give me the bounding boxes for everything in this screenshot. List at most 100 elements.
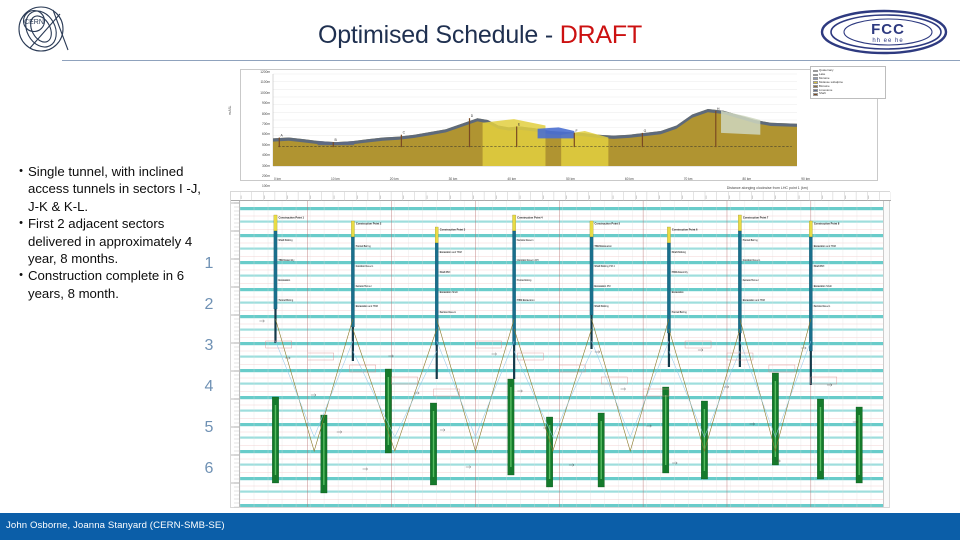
- year-label-1: 1: [204, 255, 214, 272]
- svg-text:Tunnel Boring: Tunnel Boring: [278, 299, 293, 302]
- svg-text:|: |: [799, 195, 800, 199]
- year-label-6: 6: [204, 460, 214, 477]
- slide-header: CERN Optimised Schedule - DRAFT FCC hh e…: [0, 0, 960, 62]
- fcc-logo: FCC hh ee he: [818, 8, 950, 56]
- svg-text:Excavation and TBM: Excavation and TBM: [356, 305, 378, 308]
- footer-authors: John Osborne, Joanna Stanyard (CERN-SMB-…: [6, 520, 225, 531]
- svg-text:|: |: [659, 195, 660, 199]
- svg-text:D: D: [471, 114, 474, 118]
- geo-x-tick: 40 km: [507, 177, 517, 181]
- geo-x-tick: 0 km: [274, 177, 281, 181]
- svg-text:Shaft Sinking PM 4: Shaft Sinking PM 4: [595, 265, 616, 268]
- svg-text:|: |: [357, 195, 358, 199]
- geo-legend-swatch: [813, 77, 818, 81]
- geo-legend-swatch: [813, 93, 818, 96]
- geo-profile-svg: ABCDEF GH: [272, 73, 797, 167]
- svg-text:Shaft Sinking: Shaft Sinking: [278, 239, 293, 242]
- bullet-marker-icon: •: [19, 165, 23, 177]
- svg-text:Excavation Shaft: Excavation Shaft: [440, 291, 458, 294]
- svg-text:TBM Excavation: TBM Excavation: [517, 299, 535, 302]
- bullet-text: Single tunnel, with inclined access tunn…: [28, 164, 201, 214]
- geo-legend-swatch: [813, 81, 818, 84]
- list-item: • Single tunnel, with inclined access tu…: [14, 163, 204, 215]
- bullet-text: First 2 adjacent sectors delivered in ap…: [28, 216, 193, 267]
- geo-x-tick: 60 km: [624, 177, 634, 181]
- svg-text:Excavation and TBM: Excavation and TBM: [743, 299, 765, 302]
- svg-text:|: |: [310, 195, 311, 199]
- svg-text:|: |: [636, 195, 637, 199]
- geo-x-axis: 0 km 10 km 20 km 30 km 40 km 50 km 60 km 70 km 8…: [274, 177, 810, 184]
- svg-text:|: |: [868, 195, 869, 199]
- geo-y-tick: 1000m: [260, 90, 270, 95]
- geo-legend: Quaternary Lake Moraine Molasse subalpine Bl…: [810, 66, 886, 100]
- gantt-bars-svg: Construction Point 1 Shaft Sinking TBM Ass…: [240, 201, 885, 507]
- svg-text:|: |: [403, 195, 404, 199]
- svg-text:|: |: [496, 195, 497, 199]
- geo-y-tick: 300m: [262, 163, 270, 168]
- year-label-2: 2: [204, 296, 214, 313]
- geo-y-tick: 800m: [262, 111, 270, 116]
- gantt-chart: ||||||||||||||||||||||||||||| Constructi…: [230, 191, 891, 508]
- geo-y-tick: 600m: [262, 132, 270, 137]
- gantt-timeline-ticks: |||||||||||||||||||||||||||||: [240, 192, 891, 201]
- svg-text:|: |: [334, 195, 335, 199]
- geo-x-tick: 70 km: [683, 177, 693, 181]
- year-label-5: 5: [204, 419, 214, 436]
- page-title-main: Optimised Schedule -: [317, 21, 560, 49]
- geo-legend-swatch: [813, 85, 818, 88]
- svg-text:Excavation: Excavation: [278, 279, 290, 282]
- svg-text:TBM Assembly: TBM Assembly: [672, 271, 689, 274]
- svg-text:Shaft PM: Shaft PM: [440, 271, 450, 274]
- svg-text:Tunnel Boring: Tunnel Boring: [743, 239, 758, 242]
- svg-text:|: |: [543, 195, 544, 199]
- svg-text:|: |: [264, 195, 265, 199]
- svg-text:Junction Cavern: Junction Cavern: [356, 265, 374, 268]
- geo-legend-swatch: [813, 73, 818, 77]
- geo-plot-frame: ABCDEFGH: [240, 69, 878, 181]
- gantt-row-ruler: [231, 201, 240, 508]
- svg-text:Shaft Sinking: Shaft Sinking: [672, 251, 687, 254]
- year-label-4: 4: [204, 378, 214, 395]
- svg-text:|: |: [752, 195, 753, 199]
- geo-legend-swatch: [813, 69, 818, 73]
- svg-text:G: G: [644, 129, 647, 133]
- svg-text:Shaft Sinking: Shaft Sinking: [595, 305, 610, 308]
- geo-x-tick: 10 km: [331, 177, 340, 181]
- geo-x-tick: 80 km: [742, 177, 752, 181]
- geo-y-axis: 1200m 1100m 1000m 900m 800m 700m 600m 500m 400m 3…: [242, 69, 270, 199]
- gantt-scrollbar-vertical[interactable]: [883, 201, 889, 507]
- year-label-3: 3: [204, 337, 214, 354]
- svg-text:Construction Point 7: Construction Point 7: [743, 216, 769, 220]
- svg-text:Excavation PM: Excavation PM: [595, 285, 611, 288]
- svg-text:Service Cavern: Service Cavern: [440, 311, 457, 314]
- svg-text:|: |: [729, 195, 730, 199]
- svg-text:|: |: [775, 195, 776, 199]
- svg-text:Tunnel Boring: Tunnel Boring: [356, 245, 371, 248]
- gantt-plot-area[interactable]: Construction Point 1 Shaft Sinking TBM Ass…: [240, 201, 889, 507]
- svg-text:|: |: [589, 195, 590, 199]
- list-item: • First 2 adjacent sectors delivered in …: [14, 215, 204, 267]
- svg-text:Service Cavern: Service Cavern: [814, 305, 831, 308]
- geo-y-tick: 500m: [262, 142, 270, 147]
- bullet-marker-icon: •: [19, 269, 23, 282]
- svg-text:Service Cavern: Service Cavern: [517, 239, 534, 242]
- gantt-timeline-header: |||||||||||||||||||||||||||||: [231, 192, 891, 201]
- svg-text:Access Tunnel: Access Tunnel: [356, 285, 372, 288]
- svg-text:Construction Point 5: Construction Point 5: [595, 222, 621, 226]
- svg-text:Excavation and TBM: Excavation and TBM: [440, 251, 462, 254]
- svg-text:Construction Point 1: Construction Point 1: [278, 216, 304, 220]
- geo-x-tick: 90 km: [801, 177, 810, 181]
- geo-y-tick: 400m: [262, 153, 270, 158]
- geo-y-tick: 900m: [262, 101, 270, 106]
- svg-text:Access Tunnel: Access Tunnel: [743, 279, 759, 282]
- geo-legend-item: Shaft: [813, 92, 883, 96]
- svg-text:B: B: [334, 138, 337, 142]
- cern-logo: CERN: [8, 4, 86, 58]
- svg-text:Excavation Shaft: Excavation Shaft: [814, 285, 832, 288]
- svg-text:|: |: [520, 195, 521, 199]
- bullet-text: Construction complete in 6 years, 8 mont…: [28, 268, 185, 301]
- svg-text:|: |: [566, 195, 567, 199]
- svg-text:|: |: [241, 195, 242, 199]
- svg-text:Tunnel Lining: Tunnel Lining: [517, 279, 532, 282]
- svg-text:F: F: [576, 129, 578, 133]
